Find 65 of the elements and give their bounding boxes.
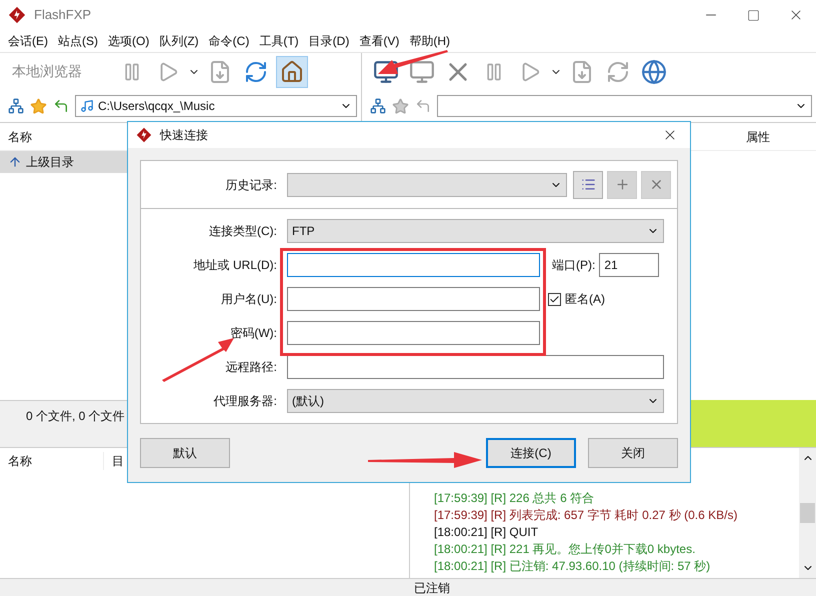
home-icon[interactable]	[276, 56, 308, 88]
log-line: [18:00:21] [R] 已注销: 47.93.60.10 (持续时间: 57 秒)	[434, 558, 712, 574]
history-list-button[interactable]	[573, 170, 603, 198]
input-field[interactable]	[287, 321, 540, 345]
sitemap-icon[interactable]	[8, 98, 24, 114]
delete-history-button[interactable]	[641, 170, 671, 198]
up-arrow-icon[interactable]	[415, 98, 431, 114]
status-text: 已注销	[414, 580, 450, 596]
dropdown[interactable]: FTP	[287, 219, 664, 243]
maximize-icon[interactable]	[747, 8, 760, 22]
sitemap-icon[interactable]	[370, 98, 386, 114]
remote-path-field[interactable]	[437, 95, 812, 117]
port-field[interactable]: 21	[599, 253, 660, 277]
menu-item[interactable]: 帮助(H)	[409, 32, 450, 50]
scrollbar[interactable]	[799, 448, 816, 578]
menu-item[interactable]: 选项(O)	[108, 32, 150, 50]
list-icon	[580, 177, 596, 192]
input-field[interactable]	[287, 253, 540, 277]
check-icon	[549, 294, 560, 304]
local-browser-label[interactable]: 本地浏览器	[12, 61, 112, 82]
file-count-text: 0 个文件, 0 个文件	[26, 408, 125, 425]
log-line: [17:59:39] [R] 列表完成: 657 字节 耗时 0.27 秒 (0.6 KB/s)	[434, 507, 738, 523]
field-label: 端口(P):	[552, 257, 596, 274]
menu-item[interactable]: 查看(V)	[359, 32, 400, 50]
local-path-field[interactable]: C:\Users\qcqx_\Music	[75, 95, 357, 117]
field-label: 历史记录:	[224, 176, 278, 194]
column-header[interactable]: 名称	[0, 128, 110, 146]
input-field[interactable]	[287, 355, 664, 379]
window-title: FlashFXP	[34, 6, 92, 24]
field-label: 连接类型(C):	[208, 223, 278, 240]
menu-item[interactable]: 站点(S)	[58, 32, 98, 50]
scroll-thumb[interactable]	[800, 503, 815, 523]
up-arrow-icon[interactable]	[53, 98, 69, 114]
up-arrow-icon	[8, 155, 22, 169]
field-label: 地址或 URL(D):	[192, 257, 278, 274]
dropdown[interactable]: (默认)	[287, 389, 664, 413]
menu-item[interactable]: 会话(E)	[8, 32, 48, 50]
log-line: [18:00:21] [R] QUIT	[434, 524, 540, 540]
star-icon[interactable]	[30, 98, 47, 114]
dialog-button[interactable]: 默认	[140, 438, 230, 468]
log-line: [17:59:39] [R] 226 总共 6 符合	[434, 490, 596, 506]
field-label: 密码(W):	[229, 325, 278, 342]
dialog-title: 快速连接	[160, 127, 208, 144]
log-line: [18:00:21] [R] 221 再见。您上传0并下载0 kbytes.	[434, 541, 696, 557]
dialog-button[interactable]: 关闭	[588, 438, 678, 468]
star-icon[interactable]	[392, 98, 409, 114]
anonymous-checkbox[interactable]: 匿名(A)	[548, 290, 605, 308]
input-field[interactable]	[287, 287, 540, 311]
menu-item[interactable]: 队列(Z)	[159, 32, 199, 50]
music-note-icon	[80, 99, 94, 113]
field-label: 用户名(U):	[220, 291, 278, 308]
column-header[interactable]: 属性	[746, 128, 770, 146]
app-logo-icon	[136, 127, 152, 143]
menu-item[interactable]: 工具(T)	[259, 32, 299, 50]
history-dropdown[interactable]	[287, 172, 567, 196]
column-header[interactable]: 名称	[0, 452, 104, 470]
menu-item[interactable]: 命令(C)	[208, 32, 250, 50]
field-label: 远程路径:	[224, 359, 278, 376]
app-logo-icon	[8, 6, 26, 24]
plus-icon	[614, 177, 630, 192]
add-history-button[interactable]	[607, 170, 637, 198]
dialog-button[interactable]: 连接(C)	[486, 438, 576, 468]
annotation-arrow	[378, 50, 448, 76]
field-label: 代理服务器:	[212, 393, 278, 410]
menu-item[interactable]: 目录(D)	[308, 32, 350, 50]
